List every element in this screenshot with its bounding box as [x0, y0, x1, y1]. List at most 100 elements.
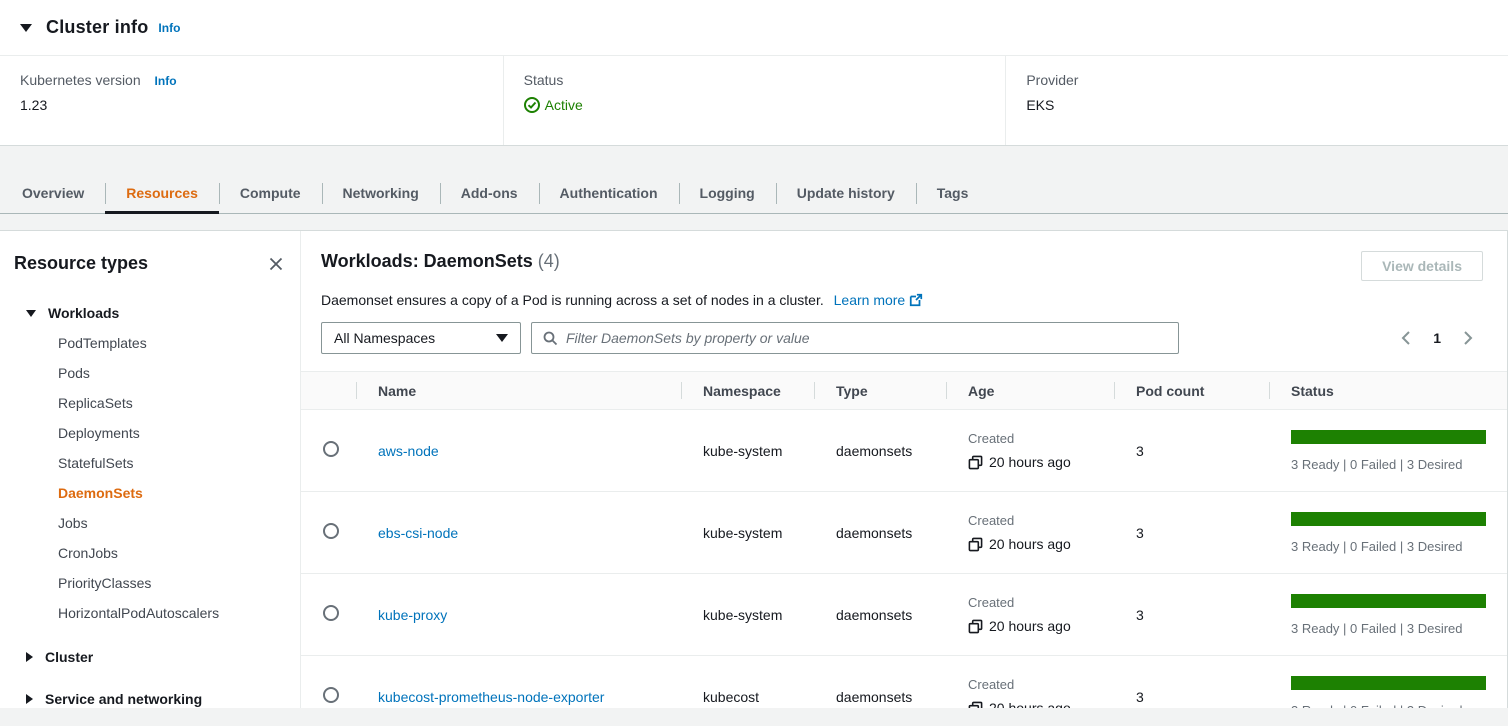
copy-icon[interactable] [968, 455, 983, 470]
next-page-icon[interactable] [1461, 330, 1475, 346]
tree-group-cluster-toggle[interactable]: Cluster [14, 644, 286, 670]
filter-row: All Namespaces 1 [321, 322, 1483, 354]
search-icon [542, 330, 558, 346]
copy-icon[interactable] [968, 537, 983, 552]
age-cell: Created 20 hours ago [946, 410, 1114, 492]
pod-count-cell: 3 [1114, 656, 1269, 709]
tree-group-cluster: Cluster [14, 644, 286, 670]
row-radio-button[interactable] [323, 441, 339, 457]
copy-icon[interactable] [968, 701, 983, 709]
status-cell: 3 Ready | 0 Failed | 3 Desired [1269, 492, 1507, 574]
table-header-row: Name Namespace Type Age Pod count Status [301, 372, 1507, 410]
daemonset-name-link[interactable]: aws-node [378, 443, 439, 459]
tree-group-service-networking-toggle[interactable]: Service and networking [14, 686, 286, 712]
tab-networking[interactable]: Networking [322, 174, 440, 213]
type-cell: daemonsets [814, 492, 946, 574]
daemonset-count: (4) [538, 251, 560, 271]
tabs-band: Overview Resources Compute Networking Ad… [0, 146, 1508, 214]
current-page-number[interactable]: 1 [1433, 330, 1441, 346]
daemonsets-table: Name Namespace Type Age Pod count Status… [301, 371, 1507, 708]
sidebar-item-statefulsets[interactable]: StatefulSets [14, 448, 286, 478]
provider-value: EKS [1026, 97, 1488, 113]
tab-overview[interactable]: Overview [1, 174, 105, 213]
pod-count-cell: 3 [1114, 410, 1269, 492]
sidebar-item-podtemplates[interactable]: PodTemplates [14, 328, 286, 358]
pod-count-column-header: Pod count [1114, 372, 1269, 410]
table-row: aws-node kube-system daemonsets Created … [301, 410, 1507, 492]
row-radio-button[interactable] [323, 523, 339, 539]
sidebar-item-replicasets[interactable]: ReplicaSets [14, 388, 286, 418]
status-cell: 3 Ready | 0 Failed | 3 Desired [1269, 410, 1507, 492]
namespace-cell: kubecost [681, 656, 814, 709]
namespace-column-header: Namespace [681, 372, 814, 410]
provider-label: Provider [1026, 72, 1488, 88]
tab-logging[interactable]: Logging [679, 174, 776, 213]
sidebar-item-cronjobs[interactable]: CronJobs [14, 538, 286, 568]
collapse-caret-icon[interactable] [20, 24, 32, 32]
tab-add-ons[interactable]: Add-ons [440, 174, 539, 213]
sidebar-item-deployments[interactable]: Deployments [14, 418, 286, 448]
previous-page-icon[interactable] [1399, 330, 1413, 346]
sidebar-item-daemonsets[interactable]: DaemonSets [14, 478, 286, 508]
learn-more-link[interactable]: Learn more [834, 292, 924, 308]
sidebar-item-horizontalpodautoscalers[interactable]: HorizontalPodAutoscalers [14, 598, 286, 628]
namespace-cell: kube-system [681, 492, 814, 574]
row-radio-button[interactable] [323, 687, 339, 703]
tree-group-service-networking: Service and networking [14, 686, 286, 712]
sidebar-item-pods[interactable]: Pods [14, 358, 286, 388]
status-value: Active [524, 97, 583, 113]
table-row: kube-proxy kube-system daemonsets Create… [301, 574, 1507, 656]
kubernetes-version-field: Kubernetes version Info 1.23 [0, 56, 503, 145]
tab-authentication[interactable]: Authentication [539, 174, 679, 213]
status-caption: 3 Ready | 0 Failed | 3 Desired [1291, 703, 1507, 709]
close-icon[interactable] [266, 254, 286, 274]
type-column-header: Type [814, 372, 946, 410]
cluster-info-info-link[interactable]: Info [158, 21, 180, 35]
daemonset-name-link[interactable]: ebs-csi-node [378, 525, 458, 541]
age-cell: Created 20 hours ago [946, 656, 1114, 709]
status-label: Status [524, 72, 986, 88]
tree-group-workloads-toggle[interactable]: Workloads [14, 300, 286, 326]
tab-compute[interactable]: Compute [219, 174, 322, 213]
active-check-icon [524, 97, 540, 113]
page-title: Workloads: DaemonSets (4) [321, 251, 560, 272]
daemonset-description: Daemonset ensures a copy of a Pod is run… [321, 292, 1483, 308]
pod-count-cell: 3 [1114, 492, 1269, 574]
status-column-header: Status [1269, 372, 1507, 410]
search-input[interactable] [566, 330, 1168, 346]
daemonset-name-link[interactable]: kubecost-prometheus-node-exporter [378, 689, 604, 705]
kubernetes-version-value: 1.23 [20, 97, 483, 113]
row-radio-button[interactable] [323, 605, 339, 621]
name-column-header: Name [356, 372, 681, 410]
tab-tags[interactable]: Tags [916, 174, 990, 213]
status-cell: 3 Ready | 0 Failed | 3 Desired [1269, 656, 1507, 709]
table-row: kubecost-prometheus-node-exporter kubeco… [301, 656, 1507, 709]
tab-resources[interactable]: Resources [105, 174, 219, 213]
age-column-header: Age [946, 372, 1114, 410]
sidebar-item-priorityclasses[interactable]: PriorityClasses [14, 568, 286, 598]
status-progress-bar [1291, 430, 1486, 444]
expanded-triangle-icon [26, 310, 36, 317]
view-details-button[interactable]: View details [1361, 251, 1483, 281]
type-cell: daemonsets [814, 410, 946, 492]
provider-field: Provider EKS [1005, 56, 1508, 145]
selection-column-header [301, 372, 356, 410]
tab-update-history[interactable]: Update history [776, 174, 916, 213]
status-progress-bar [1291, 676, 1486, 690]
cluster-info-title: Cluster info [46, 17, 148, 38]
kubernetes-version-label: Kubernetes version [20, 72, 141, 88]
collapsed-triangle-icon [26, 652, 33, 662]
age-cell: Created 20 hours ago [946, 574, 1114, 656]
daemonset-name-link[interactable]: kube-proxy [378, 607, 447, 623]
cluster-info-card: Kubernetes version Info 1.23 Status Acti… [0, 56, 1508, 146]
type-cell: daemonsets [814, 656, 946, 709]
resource-types-sidebar: Resource types Workloads PodTemplates Po… [0, 231, 301, 708]
status-cell: 3 Ready | 0 Failed | 3 Desired [1269, 574, 1507, 656]
sidebar-item-jobs[interactable]: Jobs [14, 508, 286, 538]
status-caption: 3 Ready | 0 Failed | 3 Desired [1291, 457, 1507, 472]
search-box [531, 322, 1179, 354]
copy-icon[interactable] [968, 619, 983, 634]
pod-count-cell: 3 [1114, 574, 1269, 656]
kubernetes-version-info-link[interactable]: Info [155, 74, 177, 88]
namespace-select[interactable]: All Namespaces [321, 322, 521, 354]
